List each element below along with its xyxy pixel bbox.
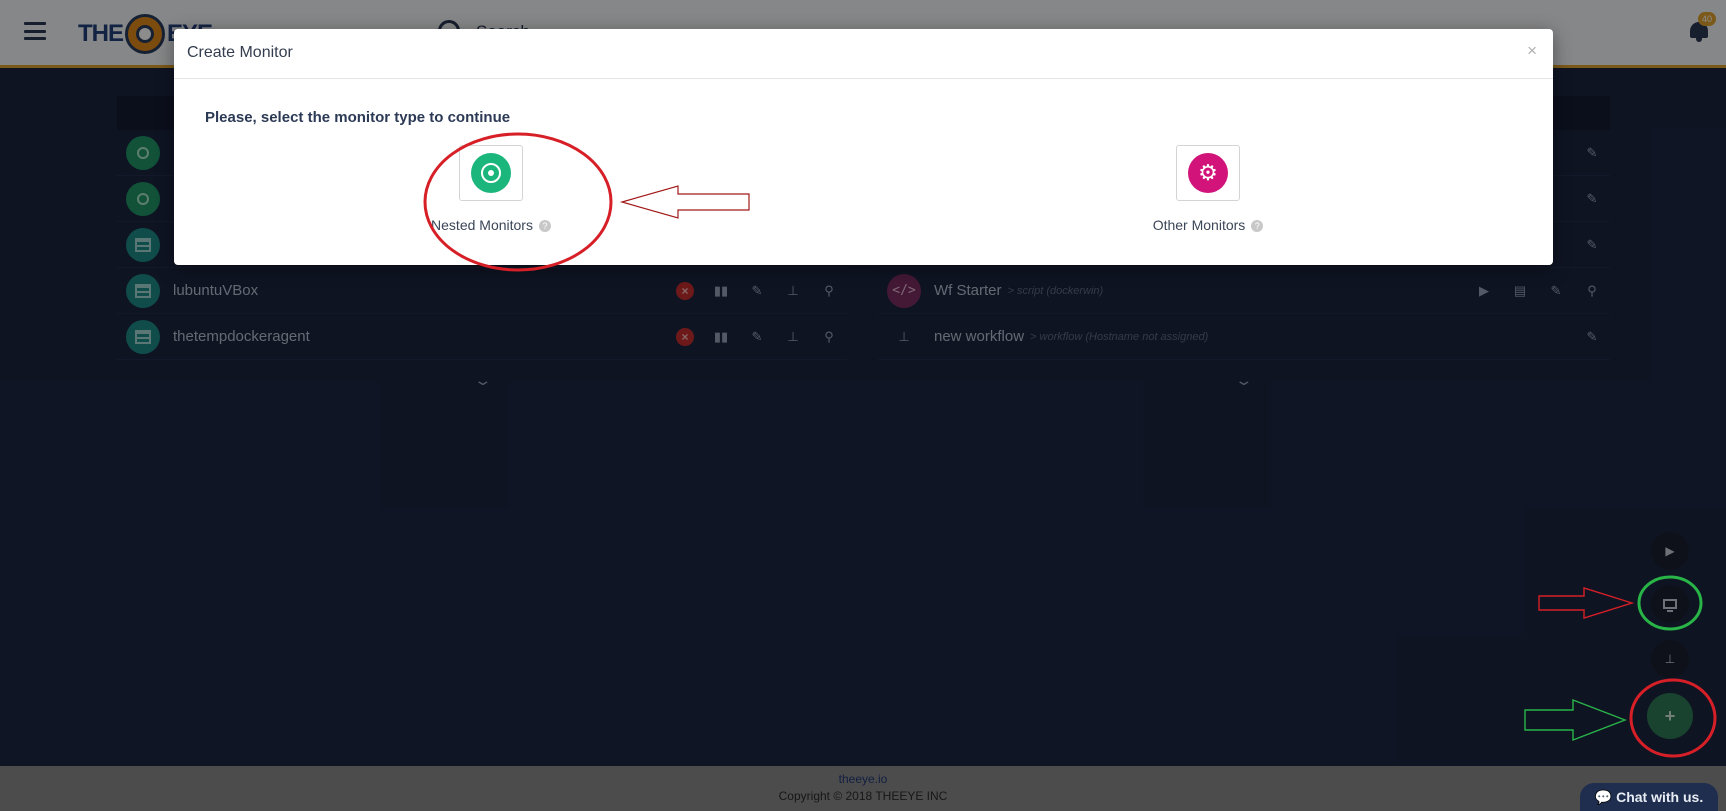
create-monitor-modal: Create Monitor × Please, select the moni… bbox=[174, 29, 1553, 265]
help-icon[interactable]: ? bbox=[1251, 220, 1264, 232]
modal-title: Create Monitor bbox=[187, 44, 293, 61]
nested-monitors-label: Nested Monitors? bbox=[421, 217, 561, 233]
nested-monitors-option[interactable]: Nested Monitors? bbox=[421, 145, 561, 233]
chat-widget-button[interactable]: 💬 Chat with us. bbox=[1580, 783, 1718, 811]
other-monitors-option[interactable]: ⚙ Other Monitors? bbox=[1138, 145, 1278, 233]
gears-icon: ⚙ bbox=[1188, 153, 1228, 193]
modal-header: Create Monitor × bbox=[174, 29, 1553, 79]
chat-bubble-icon: 💬 bbox=[1594, 789, 1613, 805]
target-icon bbox=[471, 153, 511, 193]
help-icon[interactable]: ? bbox=[538, 220, 551, 232]
nested-monitors-button[interactable] bbox=[459, 145, 523, 201]
modal-prompt: Please, select the monitor type to conti… bbox=[205, 109, 511, 126]
other-monitors-button[interactable]: ⚙ bbox=[1176, 145, 1240, 201]
other-monitors-label: Other Monitors? bbox=[1138, 217, 1278, 233]
close-icon[interactable]: × bbox=[1527, 41, 1537, 61]
